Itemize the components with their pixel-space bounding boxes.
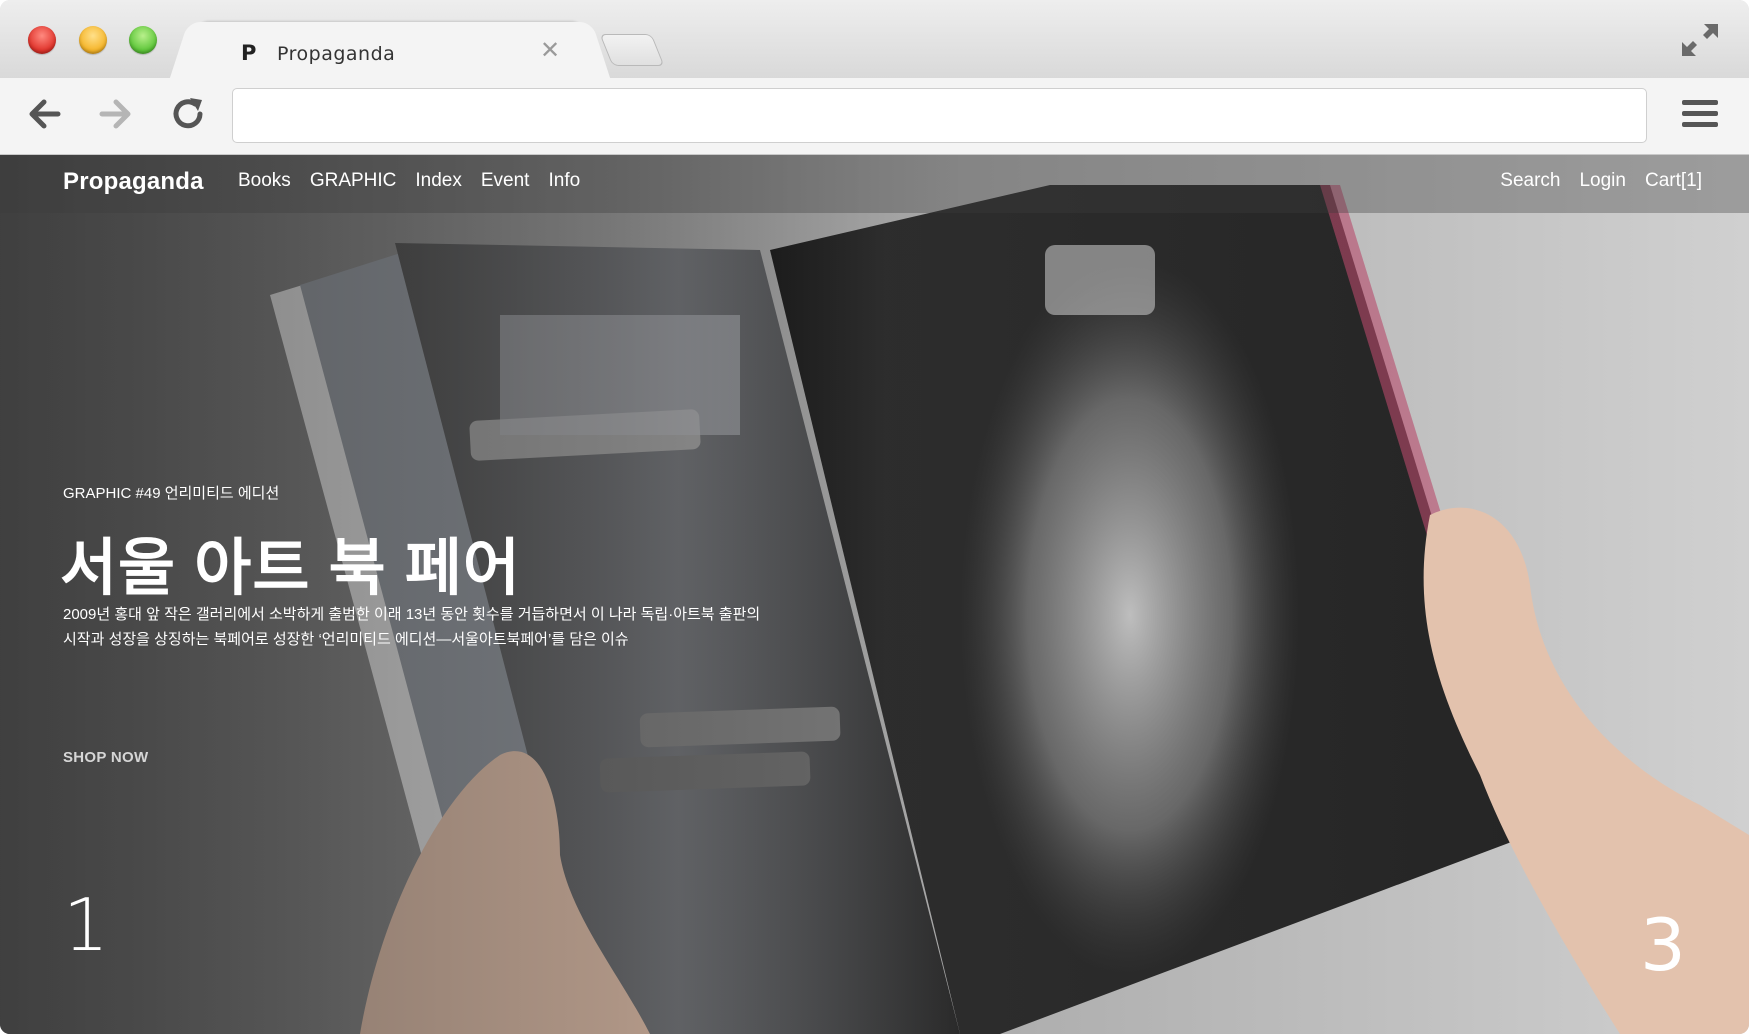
hero-title: 서울 아트 북 페어 — [60, 534, 521, 603]
page-viewport: Propaganda Books GRAPHIC Index Event Inf… — [0, 155, 1749, 1034]
main-nav: Books GRAPHIC Index Event Info — [238, 170, 599, 192]
nav-index[interactable]: Index — [415, 170, 461, 192]
address-bar[interactable] — [232, 88, 1647, 143]
browser-window: P Propaganda ✕ Propaganda Books GRAPHIC … — [0, 0, 1749, 1034]
new-tab-button[interactable] — [599, 34, 665, 66]
fullscreen-icon[interactable] — [1680, 22, 1720, 58]
shop-now-link[interactable]: SHOP NOW — [63, 749, 148, 766]
hero-kicker: GRAPHIC #49 언리미티드 에디션 — [63, 485, 280, 502]
site-logo[interactable]: Propaganda — [63, 168, 204, 196]
browser-tab[interactable]: P Propaganda ✕ — [195, 22, 585, 78]
window-maximize-button[interactable] — [129, 26, 157, 54]
nav-event[interactable]: Event — [481, 170, 530, 192]
hero-description-line: 2009년 홍대 앞 작은 갤러리에서 소박하게 출범한 이래 13년 동안 횟… — [63, 606, 761, 623]
slide-current-index[interactable]: 1 — [63, 883, 109, 967]
search-link[interactable]: Search — [1500, 170, 1560, 192]
utility-nav: Search Login Cart[1] — [1481, 170, 1702, 192]
close-icon[interactable]: ✕ — [537, 37, 563, 63]
nav-books[interactable]: Books — [238, 170, 291, 192]
nav-graphic[interactable]: GRAPHIC — [310, 170, 397, 192]
reload-icon[interactable] — [168, 94, 208, 134]
hamburger-menu-icon[interactable] — [1682, 100, 1718, 130]
tab-strip: P Propaganda ✕ — [0, 0, 1749, 78]
nav-info[interactable]: Info — [548, 170, 580, 192]
slide-total-index[interactable]: 3 — [1640, 903, 1686, 987]
site-header: Propaganda Books GRAPHIC Index Event Inf… — [0, 155, 1749, 213]
tab-title: Propaganda — [277, 43, 396, 65]
window-minimize-button[interactable] — [79, 26, 107, 54]
cart-link[interactable]: Cart[1] — [1645, 170, 1702, 192]
forward-arrow-icon[interactable] — [96, 94, 136, 134]
hero-description: 2009년 홍대 앞 작은 갤러리에서 소박하게 출범한 이래 13년 동안 횟… — [63, 602, 783, 652]
window-close-button[interactable] — [28, 26, 56, 54]
login-link[interactable]: Login — [1579, 170, 1626, 192]
back-arrow-icon[interactable] — [24, 94, 64, 134]
browser-toolbar — [0, 78, 1749, 155]
favicon-icon: P — [241, 41, 257, 65]
hero-description-line: 시작과 성장을 상징하는 북페어로 성장한 ‘언리미티드 에디션—서울아트북페어… — [63, 631, 629, 648]
